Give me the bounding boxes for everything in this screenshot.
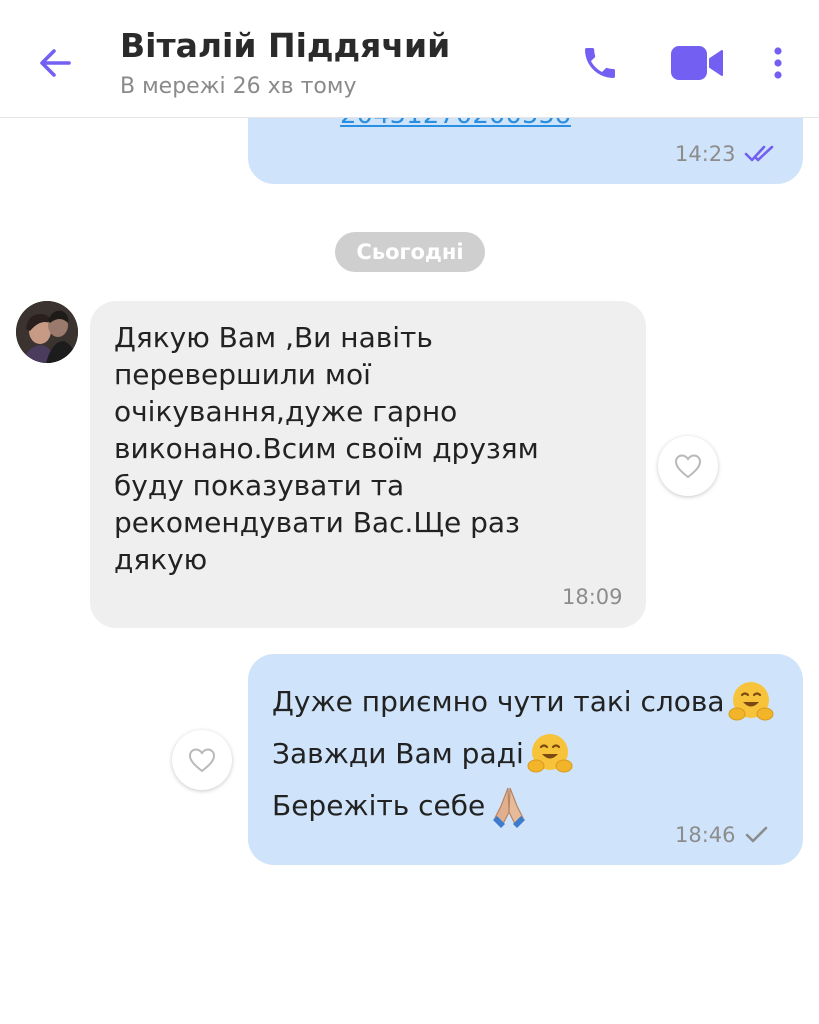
message-line-text: Завжди Вам раді xyxy=(272,737,524,770)
heart-outline-icon xyxy=(188,748,216,773)
avatar-photo xyxy=(16,301,78,363)
video-camera-icon xyxy=(671,46,723,80)
date-separator: Сьогодні xyxy=(335,232,485,272)
single-check-icon xyxy=(745,826,768,843)
message-line-text: Дуже приємно чути такі слова xyxy=(272,685,725,718)
outgoing-message-bubble[interactable]: Дуже приємно чути такі слова Завжди Вам … xyxy=(248,654,803,865)
folded-hands-emoji xyxy=(493,787,526,828)
message-time: 14:23 xyxy=(675,142,736,166)
incoming-message-bubble[interactable]: Дякую Вам ,Ви навіть перевершили мої очі… xyxy=(90,301,646,628)
more-vertical-icon xyxy=(774,47,782,79)
contact-avatar[interactable] xyxy=(16,301,78,363)
like-button[interactable] xyxy=(172,730,232,790)
message-line: Завжди Вам раді xyxy=(272,728,792,780)
hugging-face-emoji xyxy=(527,734,573,773)
like-button[interactable] xyxy=(658,436,718,496)
arrow-left-icon xyxy=(40,49,71,77)
message-line-text: Бережіть себе xyxy=(272,789,486,822)
message-time: 18:46 xyxy=(675,823,736,847)
contact-status: В мережі 26 хв тому xyxy=(120,74,357,99)
message-list[interactable]: 2045127020055δ 14:23 Сьогодні Дякую В xyxy=(0,118,819,1024)
back-button[interactable] xyxy=(30,38,80,88)
message-line: Дуже приємно чути такі слова xyxy=(272,676,792,728)
contact-name[interactable]: Віталій Піддячий xyxy=(120,26,450,65)
double-check-read-icon xyxy=(744,145,774,162)
call-button[interactable] xyxy=(574,38,626,88)
phone-icon xyxy=(585,48,615,78)
more-options-button[interactable] xyxy=(760,38,796,88)
chat-screen: Віталій Піддячий В мережі 26 хв тому 204… xyxy=(0,0,819,1024)
message-text: Дуже приємно чути такі слова Завжди Вам … xyxy=(272,676,792,832)
message-text: Дякую Вам ,Ви навіть перевершили мої очі… xyxy=(114,321,539,576)
message-link[interactable]: 2045127020055δ xyxy=(340,118,571,130)
video-call-button[interactable] xyxy=(666,38,728,88)
heart-outline-icon xyxy=(674,454,702,479)
outgoing-message-bubble[interactable]: 2045127020055δ 14:23 xyxy=(248,118,803,184)
chat-header: Віталій Піддячий В мережі 26 хв тому xyxy=(0,0,819,118)
message-time: 18:09 xyxy=(562,585,623,609)
hugging-face-emoji xyxy=(728,682,774,721)
